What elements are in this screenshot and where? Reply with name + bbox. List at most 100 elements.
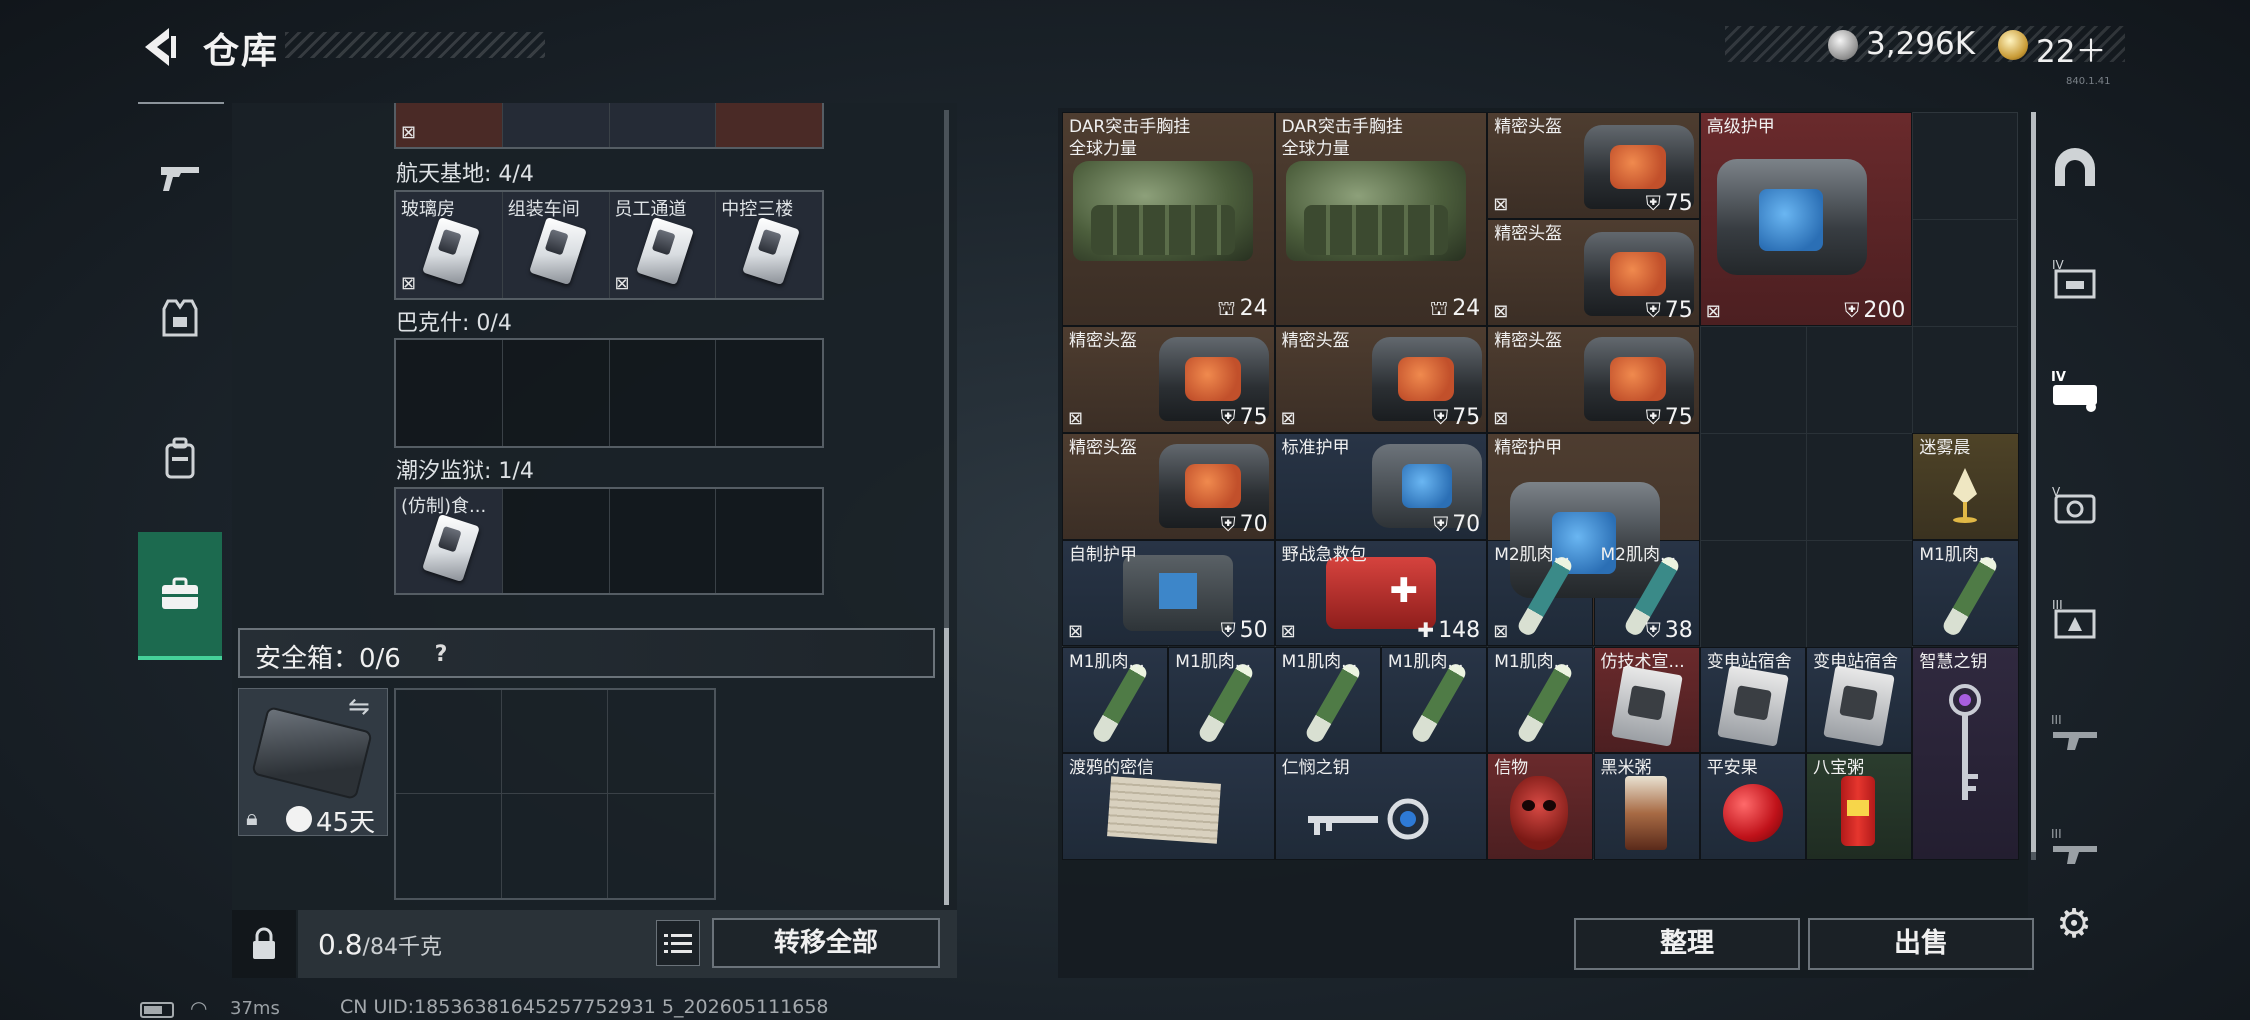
key-slot[interactable]: 员工通道 ⊠ xyxy=(609,192,717,298)
no-take-icon: ⊠ xyxy=(1493,407,1509,429)
key-icon xyxy=(1304,798,1454,842)
key-slot[interactable] xyxy=(716,103,822,147)
inventory-item[interactable]: M1肌肉... xyxy=(1168,646,1275,754)
no-take-icon: ⊠ xyxy=(1068,407,1084,429)
inventory-item[interactable]: 平安果 xyxy=(1699,753,1807,861)
inventory-item[interactable]: M1肌肉... xyxy=(1380,646,1488,754)
sort-button[interactable]: 整理 xyxy=(1574,918,1800,970)
swap-icon[interactable]: ⇋ xyxy=(348,692,370,722)
shield-icon: ⛨ xyxy=(1844,297,1860,322)
inventory-item[interactable]: 精密头盔 ⛨ 75 ⊠ xyxy=(1274,325,1488,433)
title-decoration xyxy=(285,32,545,58)
inventory-item[interactable]: 自制护甲 ⛨ 50 ⊠ xyxy=(1062,539,1275,647)
tool-rifle-iii[interactable]: III xyxy=(2046,704,2104,760)
syringe-icon xyxy=(1303,660,1362,745)
tool-camera-v[interactable]: V xyxy=(2046,476,2104,532)
key-slot[interactable] xyxy=(610,489,717,593)
syringe-icon xyxy=(1197,660,1256,745)
can-icon xyxy=(1841,776,1876,847)
inventory-item[interactable]: 八宝粥 xyxy=(1806,753,1913,861)
inventory-item[interactable]: 迷雾晨 xyxy=(1912,432,2019,540)
inventory-item[interactable]: M1肌肉... xyxy=(1274,646,1381,754)
item-name: 迷雾晨 xyxy=(1919,437,1971,458)
key-slot[interactable] xyxy=(503,489,610,593)
key-slot[interactable] xyxy=(716,340,822,446)
transfer-all-button[interactable]: 转移全部 xyxy=(712,918,940,968)
item-name: M1肌肉... xyxy=(1069,651,1145,672)
inventory-item[interactable]: 仁悯之钥 xyxy=(1274,753,1488,861)
nav-item-briefcase[interactable] xyxy=(138,532,222,660)
inventory-item[interactable]: 变电站宿舍 xyxy=(1806,646,1913,754)
key-slot[interactable]: (仿制)食... xyxy=(396,489,503,593)
no-take-icon: ⊠ xyxy=(1280,407,1296,429)
key-slot[interactable] xyxy=(502,103,610,147)
inventory-item[interactable]: DAR突击手胸挂 全球力量 ⛫ 24 xyxy=(1274,112,1488,326)
key-slot[interactable]: ⊠ xyxy=(396,103,503,147)
inventory-item[interactable]: 智慧之钥 xyxy=(1912,646,2019,861)
key-slot[interactable]: 中控三楼 xyxy=(716,192,822,298)
inventory-item[interactable]: 高级护甲 ⛨ 200 ⊠ xyxy=(1699,112,1913,326)
inventory-item[interactable]: DAR突击手胸挂 全球力量 ⛫ 24 xyxy=(1062,112,1275,326)
safebox-cell[interactable] xyxy=(608,690,714,794)
key-slot[interactable] xyxy=(610,340,717,446)
item-name: 仿技术宣... xyxy=(1600,651,1685,672)
tool-container-iii[interactable]: III xyxy=(2046,590,2104,646)
no-take-icon: ⊠ xyxy=(1493,621,1509,643)
back-arrow-icon[interactable] xyxy=(135,22,185,72)
key-slot[interactable] xyxy=(716,489,822,593)
key-slot[interactable] xyxy=(503,340,610,446)
key-slot[interactable]: 玻璃房 ⊠ xyxy=(396,192,503,298)
currency-silver-amount[interactable]: 3,296K xyxy=(1866,26,1975,62)
inventory-item[interactable]: 渡鸦的密信 xyxy=(1062,753,1275,861)
safebox-cell[interactable] xyxy=(608,794,714,898)
inventory-item[interactable]: 精密头盔 ⛨ 75 ⊠ xyxy=(1062,325,1275,433)
inventory-item[interactable]: 精密头盔 ⛨ 75 ⊠ xyxy=(1487,112,1700,219)
weight-lock-button[interactable] xyxy=(232,910,296,978)
item-value-number: 38 xyxy=(1664,618,1693,644)
key-slot[interactable] xyxy=(396,340,503,446)
safebox-cell[interactable] xyxy=(502,690,608,794)
safebox-cell[interactable] xyxy=(396,690,502,794)
shield-icon: ⛨ xyxy=(1645,297,1661,322)
item-value: ⛨ 70 xyxy=(1221,512,1268,537)
list-view-button[interactable] xyxy=(656,920,700,966)
capacity-icon: ⛫ xyxy=(1429,295,1449,320)
nav-item-armor[interactable] xyxy=(138,270,222,366)
inventory-item[interactable]: 野战急救包 ✚148 ⊠ xyxy=(1274,539,1488,647)
tool-rifle-iii-alt[interactable]: III xyxy=(2046,818,2104,874)
key-slot[interactable] xyxy=(609,103,717,147)
inventory-scroll-thumb[interactable] xyxy=(2031,112,2036,852)
nav-item-weapons[interactable] xyxy=(138,130,222,226)
sell-button[interactable]: 出售 xyxy=(1808,918,2034,970)
inventory-item[interactable]: 仿技术宣... xyxy=(1593,646,1700,754)
item-value-number: 75 xyxy=(1664,297,1693,323)
inventory-item[interactable]: 变电站宿舍 xyxy=(1699,646,1807,754)
tool-vehicle-iv[interactable]: IV xyxy=(2046,362,2104,418)
safebox-cell[interactable] xyxy=(396,794,502,898)
inventory-item[interactable]: M1肌肉... xyxy=(1912,539,2019,647)
item-value: ⛨ 75 xyxy=(1646,298,1693,323)
inventory-item[interactable]: M1肌肉... xyxy=(1062,646,1169,754)
item-name: M1肌肉... xyxy=(1175,651,1251,672)
help-icon[interactable]: ? xyxy=(428,642,454,668)
inventory-item[interactable]: 精密头盔 ⛨ 70 xyxy=(1062,432,1275,540)
inventory-item[interactable]: M1肌肉... xyxy=(1487,646,1594,754)
currency-gold-amount[interactable]: 22＋ xyxy=(2036,26,2106,71)
gear-icon[interactable]: ⚙ xyxy=(2046,896,2102,952)
safebox-grid xyxy=(394,688,716,900)
item-name: M1肌肉... xyxy=(1494,651,1570,672)
stash-scroll-thumb[interactable] xyxy=(944,628,949,905)
tool-container-iv[interactable]: IV xyxy=(2046,250,2104,306)
item-name: M2肌肉... xyxy=(1494,544,1570,565)
inventory-item[interactable]: 精密头盔 ⛨ 75 ⊠ xyxy=(1487,218,1700,326)
key-slot[interactable]: 组装车间 xyxy=(502,192,610,298)
tool-dome[interactable] xyxy=(2046,140,2104,196)
safebox-cell[interactable] xyxy=(502,794,608,898)
inventory-item[interactable]: 信物 xyxy=(1487,753,1594,861)
inventory-item[interactable]: 标准护甲 ⛨ 70 xyxy=(1274,432,1488,540)
nav-item-backpack[interactable] xyxy=(138,410,222,506)
shield-icon: ⛨ xyxy=(1433,511,1449,536)
inventory-item[interactable]: 精密头盔 ⛨ 75 ⊠ xyxy=(1487,325,1700,433)
inventory-item[interactable]: 黑米粥 xyxy=(1593,753,1700,861)
no-take-icon: ⊠ xyxy=(401,122,417,143)
